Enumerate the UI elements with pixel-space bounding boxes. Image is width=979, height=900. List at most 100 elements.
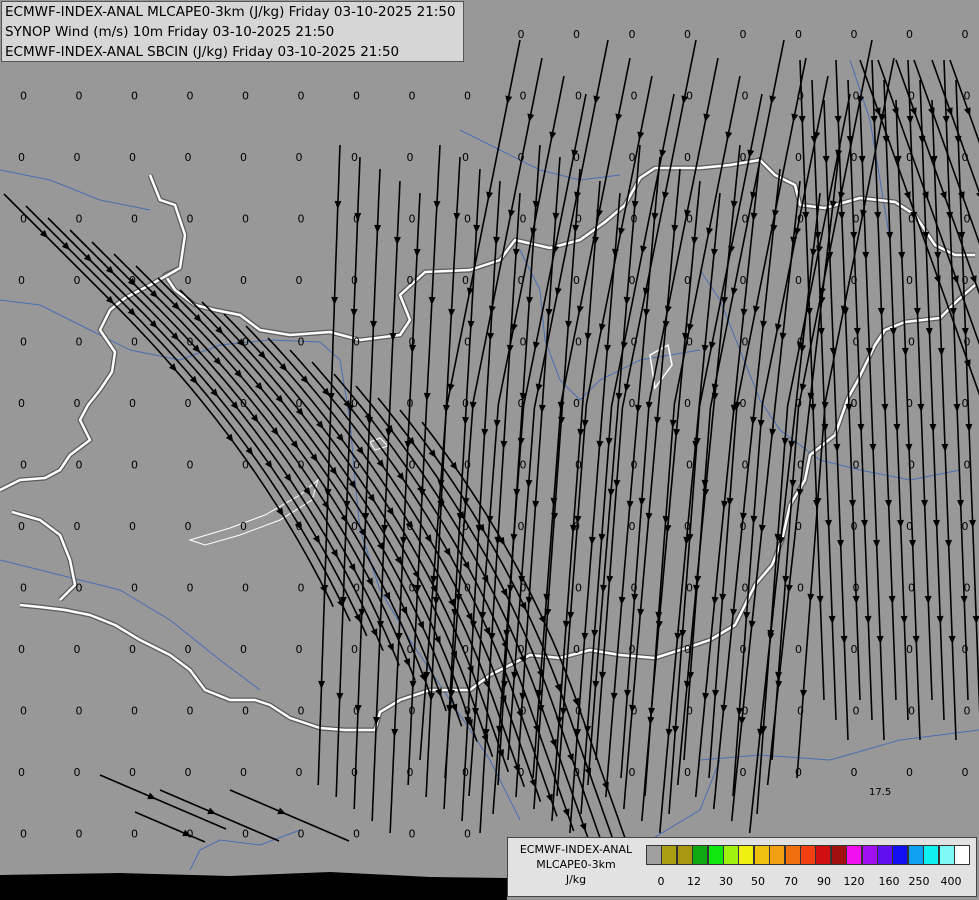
sbcin-zero: 0 [797,336,804,349]
sbcin-zero: 0 [240,151,247,164]
sbcin-zero: 0 [629,643,636,656]
sbcin-zero: 0 [851,397,858,410]
sbcin-zero: 0 [298,582,305,595]
sbcin-zero: 0 [684,274,691,287]
legend-label-line: ECMWF-INDEX-ANAL [519,843,633,856]
sbcin-zero: 0 [520,90,527,103]
sbcin-zero: 0 [573,397,580,410]
sbcin-zero: 0 [684,766,691,779]
map-title-box: ECMWF-INDEX-ANAL MLCAPE0-3km (J/kg) Frid… [1,1,464,62]
sbcin-zero: 0 [18,766,25,779]
sbcin-zero: 0 [742,336,749,349]
color-legend: ECMWF-INDEX-ANAL MLCAPE0-3km J/kg 0 12 30 5… [507,837,977,897]
sbcin-zero: 0 [520,705,527,718]
legend-swatch [723,845,739,865]
legend-swatch [861,845,878,865]
sbcin-zero: 0 [797,213,804,226]
sbcin-zero: 0 [353,90,360,103]
sbcin-zero: 0 [686,336,693,349]
sbcin-zero: 0 [20,213,27,226]
sbcin-zero: 0 [686,705,693,718]
sbcin-zero: 0 [407,520,414,533]
sbcin-zero: 0 [242,705,249,718]
sbcin-zero: 0 [129,643,136,656]
sbcin-zero: 0 [742,459,749,472]
sbcin-zero: 0 [131,459,138,472]
sbcin-zero: 0 [242,90,249,103]
sbcin-zero: 0 [740,397,747,410]
legend-swatch [815,845,832,865]
sbcin-zero: 0 [631,213,638,226]
sbcin-zero: 0 [240,274,247,287]
sbcin-zero: 0 [242,213,249,226]
legend-tick: 0 [657,875,665,888]
sbcin-zero: 0 [353,336,360,349]
sbcin-zero: 0 [74,397,81,410]
sbcin-zero: 0 [18,520,25,533]
sbcin-zero: 0 [795,28,802,41]
sbcin-zero: 0 [684,151,691,164]
field-value: 17.5 [869,787,891,798]
legend-tick: 12 [687,875,701,888]
sbcin-zero: 0 [851,520,858,533]
sbcin-zero: 0 [187,336,194,349]
sbcin-zero: 0 [964,459,971,472]
legend-swatch [830,845,847,865]
legend-swatch [800,845,816,865]
sbcin-zero: 0 [20,705,27,718]
legend-tick: 90 [817,875,831,888]
sbcin-zero: 0 [686,90,693,103]
sbcin-zero: 0 [575,336,582,349]
sbcin-zero: 0 [795,274,802,287]
sbcin-zero: 0 [740,643,747,656]
sbcin-zero: 0 [76,90,83,103]
sbcin-zero: 0 [242,582,249,595]
sbcin-zero: 0 [298,213,305,226]
sbcin-zero: 0 [409,90,416,103]
sbcin-zero: 0 [187,90,194,103]
legend-swatch [784,845,801,865]
sbcin-zero: 0 [462,397,469,410]
weather-map[interactable]: 0 0 0 0 0 0 0 0 0 0 0 0 0 0 0 0 0 0 0 0 0 0 0 0 0 0 0 0 0 0 0 0 0 0 0 0 0 0 0 0… [0,0,979,900]
sbcin-zero: 0 [131,336,138,349]
sbcin-zero: 0 [298,705,305,718]
sbcin-zero: 0 [684,28,691,41]
sbcin-zero: 0 [908,459,915,472]
sbcin-zero: 0 [906,397,913,410]
sbcin-zero: 0 [187,459,194,472]
sbcin-zero: 0 [797,90,804,103]
legend-swatch [923,845,940,865]
legend-swatch [938,845,955,865]
sbcin-zero: 0 [185,397,192,410]
sbcin-zero: 0 [686,459,693,472]
sbcin-zero: 0 [464,336,471,349]
sbcin-zero: 0 [575,459,582,472]
legend-swatch [877,845,893,865]
legend-swatch [753,845,770,865]
sbcin-zero: 0 [742,705,749,718]
sbcin-zero: 0 [962,397,969,410]
sbcin-zero: 0 [795,151,802,164]
sbcin-zero: 0 [908,213,915,226]
title-mlcape: ECMWF-INDEX-ANAL MLCAPE0-3km (J/kg) Frid… [5,4,456,20]
sbcin-zero: 0 [906,766,913,779]
sbcin-zero: 0 [908,90,915,103]
sbcin-zero: 0 [129,397,136,410]
sbcin-zero: 0 [575,582,582,595]
sbcin-zero: 0 [298,459,305,472]
sbcin-zero: 0 [18,274,25,287]
sbcin-zero: 0 [631,336,638,349]
sbcin-zero: 0 [795,397,802,410]
sbcin-zero: 0 [908,336,915,349]
sbcin-zero: 0 [131,828,138,841]
sbcin-zero: 0 [795,643,802,656]
sbcin-zero: 0 [462,643,469,656]
sbcin-zero: 0 [129,766,136,779]
title-synop-wind: SYNOP Wind (m/s) 10m Friday 03-10-2025 2… [5,24,335,40]
sbcin-zero: 0 [20,90,27,103]
sbcin-zero: 0 [464,90,471,103]
legend-label-line: J/kg [565,873,587,886]
sbcin-zero: 0 [240,766,247,779]
sbcin-zero: 0 [686,213,693,226]
legend-tick: 400 [940,875,962,888]
